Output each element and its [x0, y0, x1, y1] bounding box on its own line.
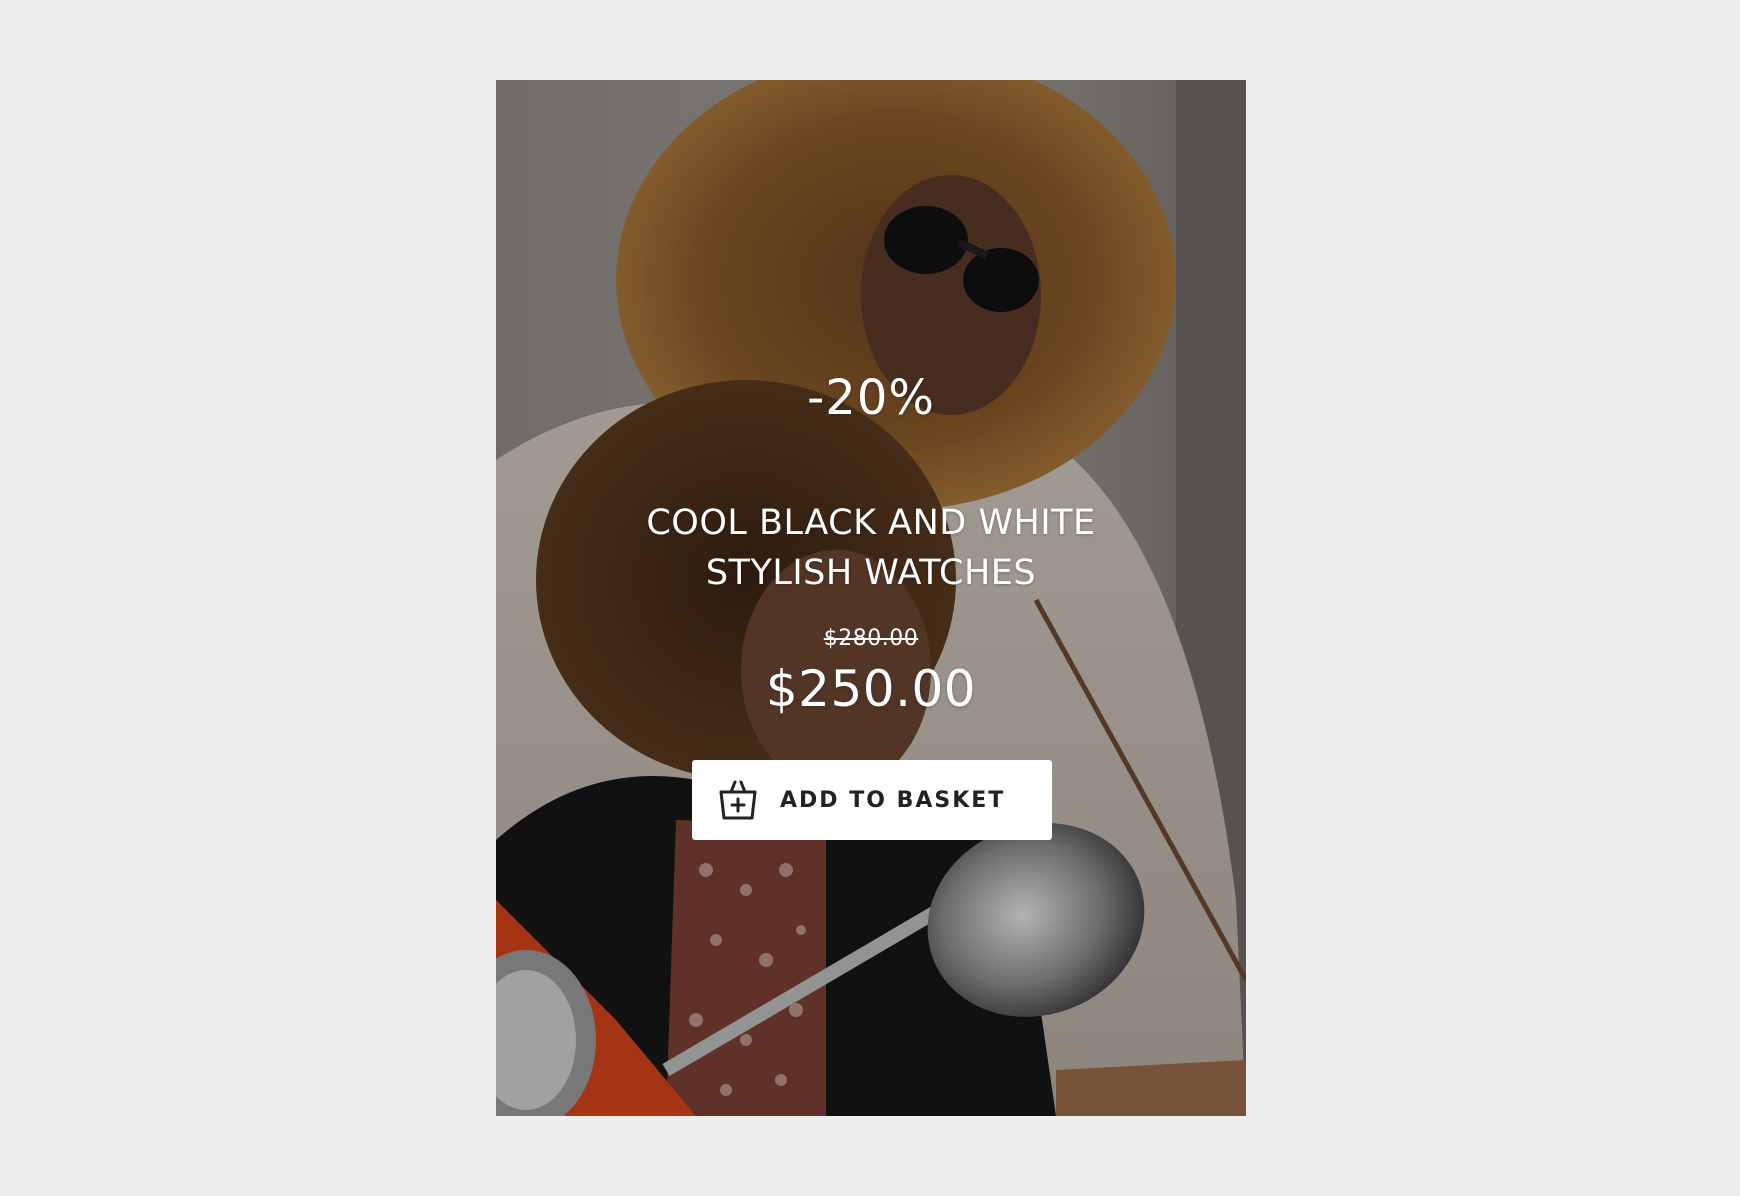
image-dark-overlay: [496, 80, 1246, 1116]
product-promo-card: -20% COOL BLACK AND WHITE STYLISH WATCHE…: [496, 80, 1246, 1116]
product-title: COOL BLACK AND WHITE STYLISH WATCHES: [646, 503, 1096, 593]
basket-add-icon: [716, 778, 760, 822]
add-to-basket-label: ADD TO BASKET: [780, 787, 1006, 813]
discount-label: -20%: [806, 370, 935, 426]
current-price: $250.00: [765, 660, 977, 718]
add-to-basket-button[interactable]: ADD TO BASKET: [692, 760, 1052, 840]
old-price: $280.00: [823, 626, 919, 651]
